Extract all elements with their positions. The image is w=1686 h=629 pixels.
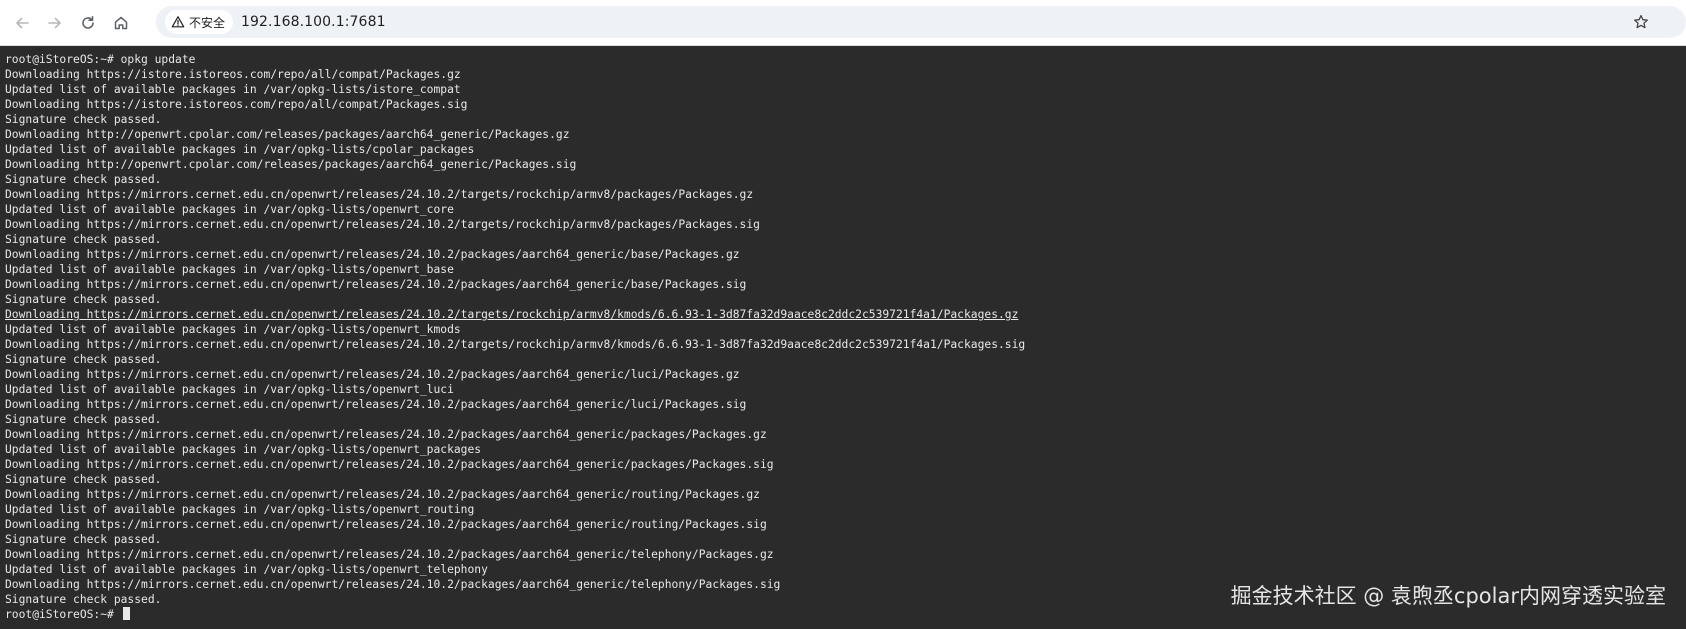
terminal-line: Signature check passed. xyxy=(5,173,162,186)
terminal-window[interactable]: root@iStoreOS:~# opkg update Downloading … xyxy=(0,46,1686,629)
star-outline-icon xyxy=(1634,14,1648,29)
terminal-line: Signature check passed. xyxy=(5,473,162,486)
terminal-cursor xyxy=(122,607,130,620)
terminal-line: Updated list of available packages in /v… xyxy=(5,503,475,516)
terminal-line: Downloading https://istore.istoreos.com/… xyxy=(5,68,461,81)
warning-triangle-icon xyxy=(171,16,185,28)
forward-button[interactable] xyxy=(44,12,66,34)
url-text[interactable]: 192.168.100.1:7681 xyxy=(241,14,386,30)
terminal-output: root@iStoreOS:~# opkg update Downloading … xyxy=(0,46,1686,622)
reload-button[interactable] xyxy=(77,12,99,34)
terminal-line: Downloading https://mirrors.cernet.edu.c… xyxy=(5,488,760,501)
terminal-line: Signature check passed. xyxy=(5,413,162,426)
terminal-line: Updated list of available packages in /v… xyxy=(5,383,454,396)
terminal-line: Downloading http://openwrt.cpolar.com/re… xyxy=(5,158,577,171)
terminal-line: Downloading https://mirrors.cernet.edu.c… xyxy=(5,428,767,441)
terminal-line: Signature check passed. xyxy=(5,533,162,546)
bookmark-button[interactable] xyxy=(1632,13,1650,31)
terminal-line: Updated list of available packages in /v… xyxy=(5,83,461,96)
home-icon xyxy=(114,16,128,29)
terminal-line: Updated list of available packages in /v… xyxy=(5,203,454,216)
security-label: 不安全 xyxy=(189,15,226,30)
terminal-line: Updated list of available packages in /v… xyxy=(5,143,475,156)
back-button[interactable] xyxy=(11,12,33,34)
home-button[interactable] xyxy=(110,12,132,34)
terminal-line: Downloading https://mirrors.cernet.edu.c… xyxy=(5,398,747,411)
terminal-line: Updated list of available packages in /v… xyxy=(5,323,461,336)
terminal-line: Updated list of available packages in /v… xyxy=(5,263,454,276)
terminal-line: Downloading https://istore.istoreos.com/… xyxy=(5,98,468,111)
terminal-line: root@iStoreOS:~# opkg update xyxy=(5,53,196,66)
terminal-line: Downloading https://mirrors.cernet.edu.c… xyxy=(5,218,760,231)
watermark: 掘金技术社区 @ 袁煦丞cpolar内网穿透实验室 xyxy=(1230,584,1666,608)
terminal-line: Updated list of available packages in /v… xyxy=(5,563,488,576)
terminal-line-hovered-link: Downloading https://mirrors.cernet.edu.c… xyxy=(5,308,1019,321)
terminal-line: Downloading https://mirrors.cernet.edu.c… xyxy=(5,278,747,291)
terminal-line: Downloading https://mirrors.cernet.edu.c… xyxy=(5,548,774,561)
terminal-line: Signature check passed. xyxy=(5,293,162,306)
terminal-line: Downloading https://mirrors.cernet.edu.c… xyxy=(5,518,767,531)
reload-icon xyxy=(82,15,94,29)
arrow-right-icon xyxy=(48,17,61,28)
browser-toolbar: 不安全 192.168.100.1:7681 xyxy=(0,0,1686,46)
terminal-line: Downloading https://mirrors.cernet.edu.c… xyxy=(5,458,774,471)
terminal-line: Downloading https://mirrors.cernet.edu.c… xyxy=(5,368,740,381)
terminal-line: Downloading https://mirrors.cernet.edu.c… xyxy=(5,338,1026,351)
terminal-line: Downloading https://mirrors.cernet.edu.c… xyxy=(5,248,740,261)
site-security-chip[interactable]: 不安全 xyxy=(165,10,234,34)
terminal-line: Updated list of available packages in /v… xyxy=(5,443,482,456)
terminal-line: Signature check passed. xyxy=(5,233,162,246)
terminal-line: Downloading https://mirrors.cernet.edu.c… xyxy=(5,188,754,201)
terminal-line: Signature check passed. xyxy=(5,353,162,366)
terminal-line: Signature check passed. xyxy=(5,113,162,126)
terminal-line: Downloading http://openwrt.cpolar.com/re… xyxy=(5,128,570,141)
arrow-left-icon xyxy=(16,17,29,28)
address-bar[interactable]: 不安全 192.168.100.1:7681 xyxy=(156,6,1686,38)
terminal-prompt: root@iStoreOS:~# xyxy=(5,608,121,621)
